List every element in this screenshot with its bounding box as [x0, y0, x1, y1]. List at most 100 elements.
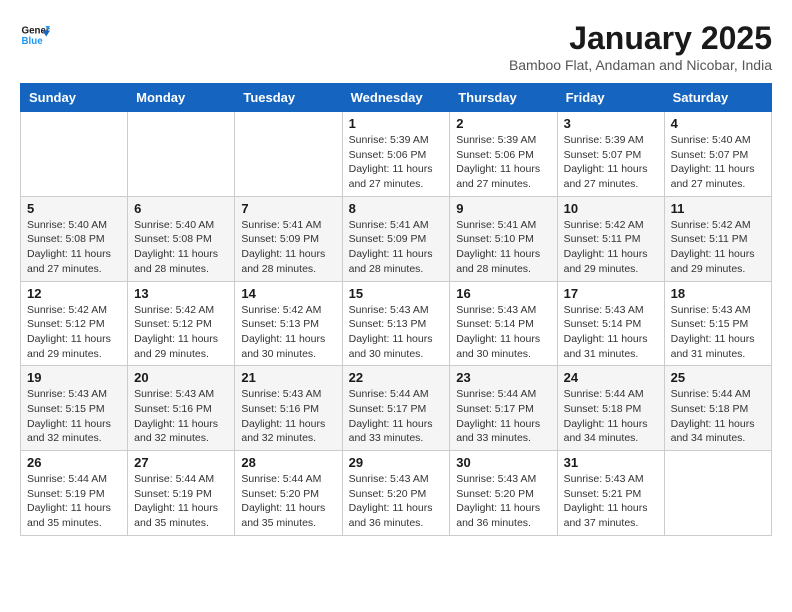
calendar-cell [664, 451, 771, 536]
calendar-cell [128, 112, 235, 197]
calendar-cell: 7Sunrise: 5:41 AM Sunset: 5:09 PM Daylig… [235, 196, 342, 281]
calendar-cell: 4Sunrise: 5:40 AM Sunset: 5:07 PM Daylig… [664, 112, 771, 197]
weekday-header-row: SundayMondayTuesdayWednesdayThursdayFrid… [21, 84, 772, 112]
day-number: 8 [349, 201, 444, 216]
day-detail: Sunrise: 5:44 AM Sunset: 5:17 PM Dayligh… [456, 387, 550, 446]
calendar-cell: 12 Sunrise: 5:42 AM Sunset: 5:12 PM Dayli… [21, 281, 128, 366]
day-detail: Sunrise: 5:39 AM Sunset: 5:06 PM Dayligh… [456, 133, 550, 192]
day-number: 22 [349, 370, 444, 385]
day-detail: Sunrise: 5:40 AM Sunset: 5:08 PM Dayligh… [27, 218, 121, 277]
calendar-cell: 6 Sunrise: 5:40 AM Sunset: 5:08 PM Daylig… [128, 196, 235, 281]
day-detail: Sunrise: 5:44 AM Sunset: 5:19 PM Dayligh… [27, 472, 121, 531]
day-number: 27 [134, 455, 228, 470]
calendar-cell [21, 112, 128, 197]
day-detail: Sunrise: 5:43 AM Sunset: 5:14 PM Dayligh… [564, 303, 658, 362]
weekday-header-monday: Monday [128, 84, 235, 112]
day-detail: Sunrise: 5:42 AM Sunset: 5:12 PM Dayligh… [27, 303, 121, 362]
day-number: 25 [671, 370, 765, 385]
day-number: 11 [671, 201, 765, 216]
day-detail: Sunrise: 5:42 AM Sunset: 5:13 PM Dayligh… [241, 303, 335, 362]
calendar-cell: 2 Sunrise: 5:39 AM Sunset: 5:06 PM Daylig… [450, 112, 557, 197]
day-detail: Sunrise: 5:42 AM Sunset: 5:11 PM Dayligh… [564, 218, 658, 277]
calendar-cell: 30 Sunrise: 5:43 AM Sunset: 5:20 PM Dayli… [450, 451, 557, 536]
day-detail: Sunrise: 5:40 AM Sunset: 5:08 PM Dayligh… [134, 218, 228, 277]
calendar-cell: 31 Sunrise: 5:43 AM Sunset: 5:21 PM Dayli… [557, 451, 664, 536]
calendar-cell: 22 Sunrise: 5:44 AM Sunset: 5:17 PM Dayli… [342, 366, 450, 451]
calendar-cell: 26 Sunrise: 5:44 AM Sunset: 5:19 PM Dayli… [21, 451, 128, 536]
calendar-cell [235, 112, 342, 197]
day-detail: Sunrise: 5:44 AM Sunset: 5:20 PM Dayligh… [241, 472, 335, 531]
calendar-cell: 11 Sunrise: 5:42 AM Sunset: 5:11 PM Dayli… [664, 196, 771, 281]
calendar-cell: 20 Sunrise: 5:43 AM Sunset: 5:16 PM Dayli… [128, 366, 235, 451]
day-detail: Sunrise: 5:43 AM Sunset: 5:21 PM Dayligh… [564, 472, 658, 531]
logo-icon: General Blue [20, 20, 50, 50]
day-number: 2 [456, 116, 550, 131]
day-number: 29 [349, 455, 444, 470]
day-number: 5 [27, 201, 121, 216]
calendar-cell: 25 Sunrise: 5:44 AM Sunset: 5:18 PM Dayli… [664, 366, 771, 451]
calendar-cell: 18Sunrise: 5:43 AM Sunset: 5:15 PM Dayli… [664, 281, 771, 366]
calendar-cell: 10 Sunrise: 5:42 AM Sunset: 5:11 PM Dayli… [557, 196, 664, 281]
day-detail: Sunrise: 5:39 AM Sunset: 5:07 PM Dayligh… [564, 133, 658, 192]
day-number: 31 [564, 455, 658, 470]
day-number: 13 [134, 286, 228, 301]
day-number: 30 [456, 455, 550, 470]
calendar-cell: 8Sunrise: 5:41 AM Sunset: 5:09 PM Daylig… [342, 196, 450, 281]
calendar-cell: 3 Sunrise: 5:39 AM Sunset: 5:07 PM Daylig… [557, 112, 664, 197]
logo: General Blue [20, 20, 50, 50]
day-number: 19 [27, 370, 121, 385]
weekday-header-tuesday: Tuesday [235, 84, 342, 112]
day-detail: Sunrise: 5:43 AM Sunset: 5:13 PM Dayligh… [349, 303, 444, 362]
day-number: 15 [349, 286, 444, 301]
calendar-cell: 24Sunrise: 5:44 AM Sunset: 5:18 PM Dayli… [557, 366, 664, 451]
month-title: January 2025 [509, 20, 772, 57]
calendar-cell: 29 Sunrise: 5:43 AM Sunset: 5:20 PM Dayli… [342, 451, 450, 536]
day-detail: Sunrise: 5:42 AM Sunset: 5:11 PM Dayligh… [671, 218, 765, 277]
weekday-header-sunday: Sunday [21, 84, 128, 112]
day-number: 20 [134, 370, 228, 385]
day-number: 18 [671, 286, 765, 301]
calendar-cell: 27Sunrise: 5:44 AM Sunset: 5:19 PM Dayli… [128, 451, 235, 536]
calendar-week-row: 1 Sunrise: 5:39 AM Sunset: 5:06 PM Daylig… [21, 112, 772, 197]
calendar-cell: 16Sunrise: 5:43 AM Sunset: 5:14 PM Dayli… [450, 281, 557, 366]
day-number: 10 [564, 201, 658, 216]
day-detail: Sunrise: 5:43 AM Sunset: 5:20 PM Dayligh… [349, 472, 444, 531]
day-number: 26 [27, 455, 121, 470]
day-number: 6 [134, 201, 228, 216]
day-number: 14 [241, 286, 335, 301]
day-number: 1 [349, 116, 444, 131]
day-number: 24 [564, 370, 658, 385]
day-detail: Sunrise: 5:43 AM Sunset: 5:14 PM Dayligh… [456, 303, 550, 362]
day-detail: Sunrise: 5:41 AM Sunset: 5:09 PM Dayligh… [241, 218, 335, 277]
day-detail: Sunrise: 5:44 AM Sunset: 5:18 PM Dayligh… [671, 387, 765, 446]
calendar-cell: 15 Sunrise: 5:43 AM Sunset: 5:13 PM Dayli… [342, 281, 450, 366]
calendar-cell: 19Sunrise: 5:43 AM Sunset: 5:15 PM Dayli… [21, 366, 128, 451]
day-detail: Sunrise: 5:44 AM Sunset: 5:17 PM Dayligh… [349, 387, 444, 446]
day-number: 28 [241, 455, 335, 470]
calendar-cell: 14 Sunrise: 5:42 AM Sunset: 5:13 PM Dayli… [235, 281, 342, 366]
calendar-cell: 21Sunrise: 5:43 AM Sunset: 5:16 PM Dayli… [235, 366, 342, 451]
day-number: 3 [564, 116, 658, 131]
calendar-week-row: 12 Sunrise: 5:42 AM Sunset: 5:12 PM Dayli… [21, 281, 772, 366]
day-detail: Sunrise: 5:43 AM Sunset: 5:16 PM Dayligh… [241, 387, 335, 446]
svg-text:Blue: Blue [22, 36, 44, 47]
location: Bamboo Flat, Andaman and Nicobar, India [509, 57, 772, 73]
weekday-header-wednesday: Wednesday [342, 84, 450, 112]
day-detail: Sunrise: 5:43 AM Sunset: 5:16 PM Dayligh… [134, 387, 228, 446]
day-number: 23 [456, 370, 550, 385]
day-number: 9 [456, 201, 550, 216]
title-block: January 2025 Bamboo Flat, Andaman and Ni… [509, 20, 772, 73]
page-header: General Blue January 2025 Bamboo Flat, A… [20, 20, 772, 73]
calendar-cell: 1 Sunrise: 5:39 AM Sunset: 5:06 PM Daylig… [342, 112, 450, 197]
calendar-cell: 23 Sunrise: 5:44 AM Sunset: 5:17 PM Dayli… [450, 366, 557, 451]
day-number: 12 [27, 286, 121, 301]
calendar-week-row: 19Sunrise: 5:43 AM Sunset: 5:15 PM Dayli… [21, 366, 772, 451]
day-detail: Sunrise: 5:39 AM Sunset: 5:06 PM Dayligh… [349, 133, 444, 192]
calendar-week-row: 26 Sunrise: 5:44 AM Sunset: 5:19 PM Dayli… [21, 451, 772, 536]
calendar-cell: 17Sunrise: 5:43 AM Sunset: 5:14 PM Dayli… [557, 281, 664, 366]
day-detail: Sunrise: 5:41 AM Sunset: 5:10 PM Dayligh… [456, 218, 550, 277]
calendar-cell: 9 Sunrise: 5:41 AM Sunset: 5:10 PM Daylig… [450, 196, 557, 281]
day-detail: Sunrise: 5:42 AM Sunset: 5:12 PM Dayligh… [134, 303, 228, 362]
day-detail: Sunrise: 5:43 AM Sunset: 5:20 PM Dayligh… [456, 472, 550, 531]
calendar-week-row: 5 Sunrise: 5:40 AM Sunset: 5:08 PM Daylig… [21, 196, 772, 281]
